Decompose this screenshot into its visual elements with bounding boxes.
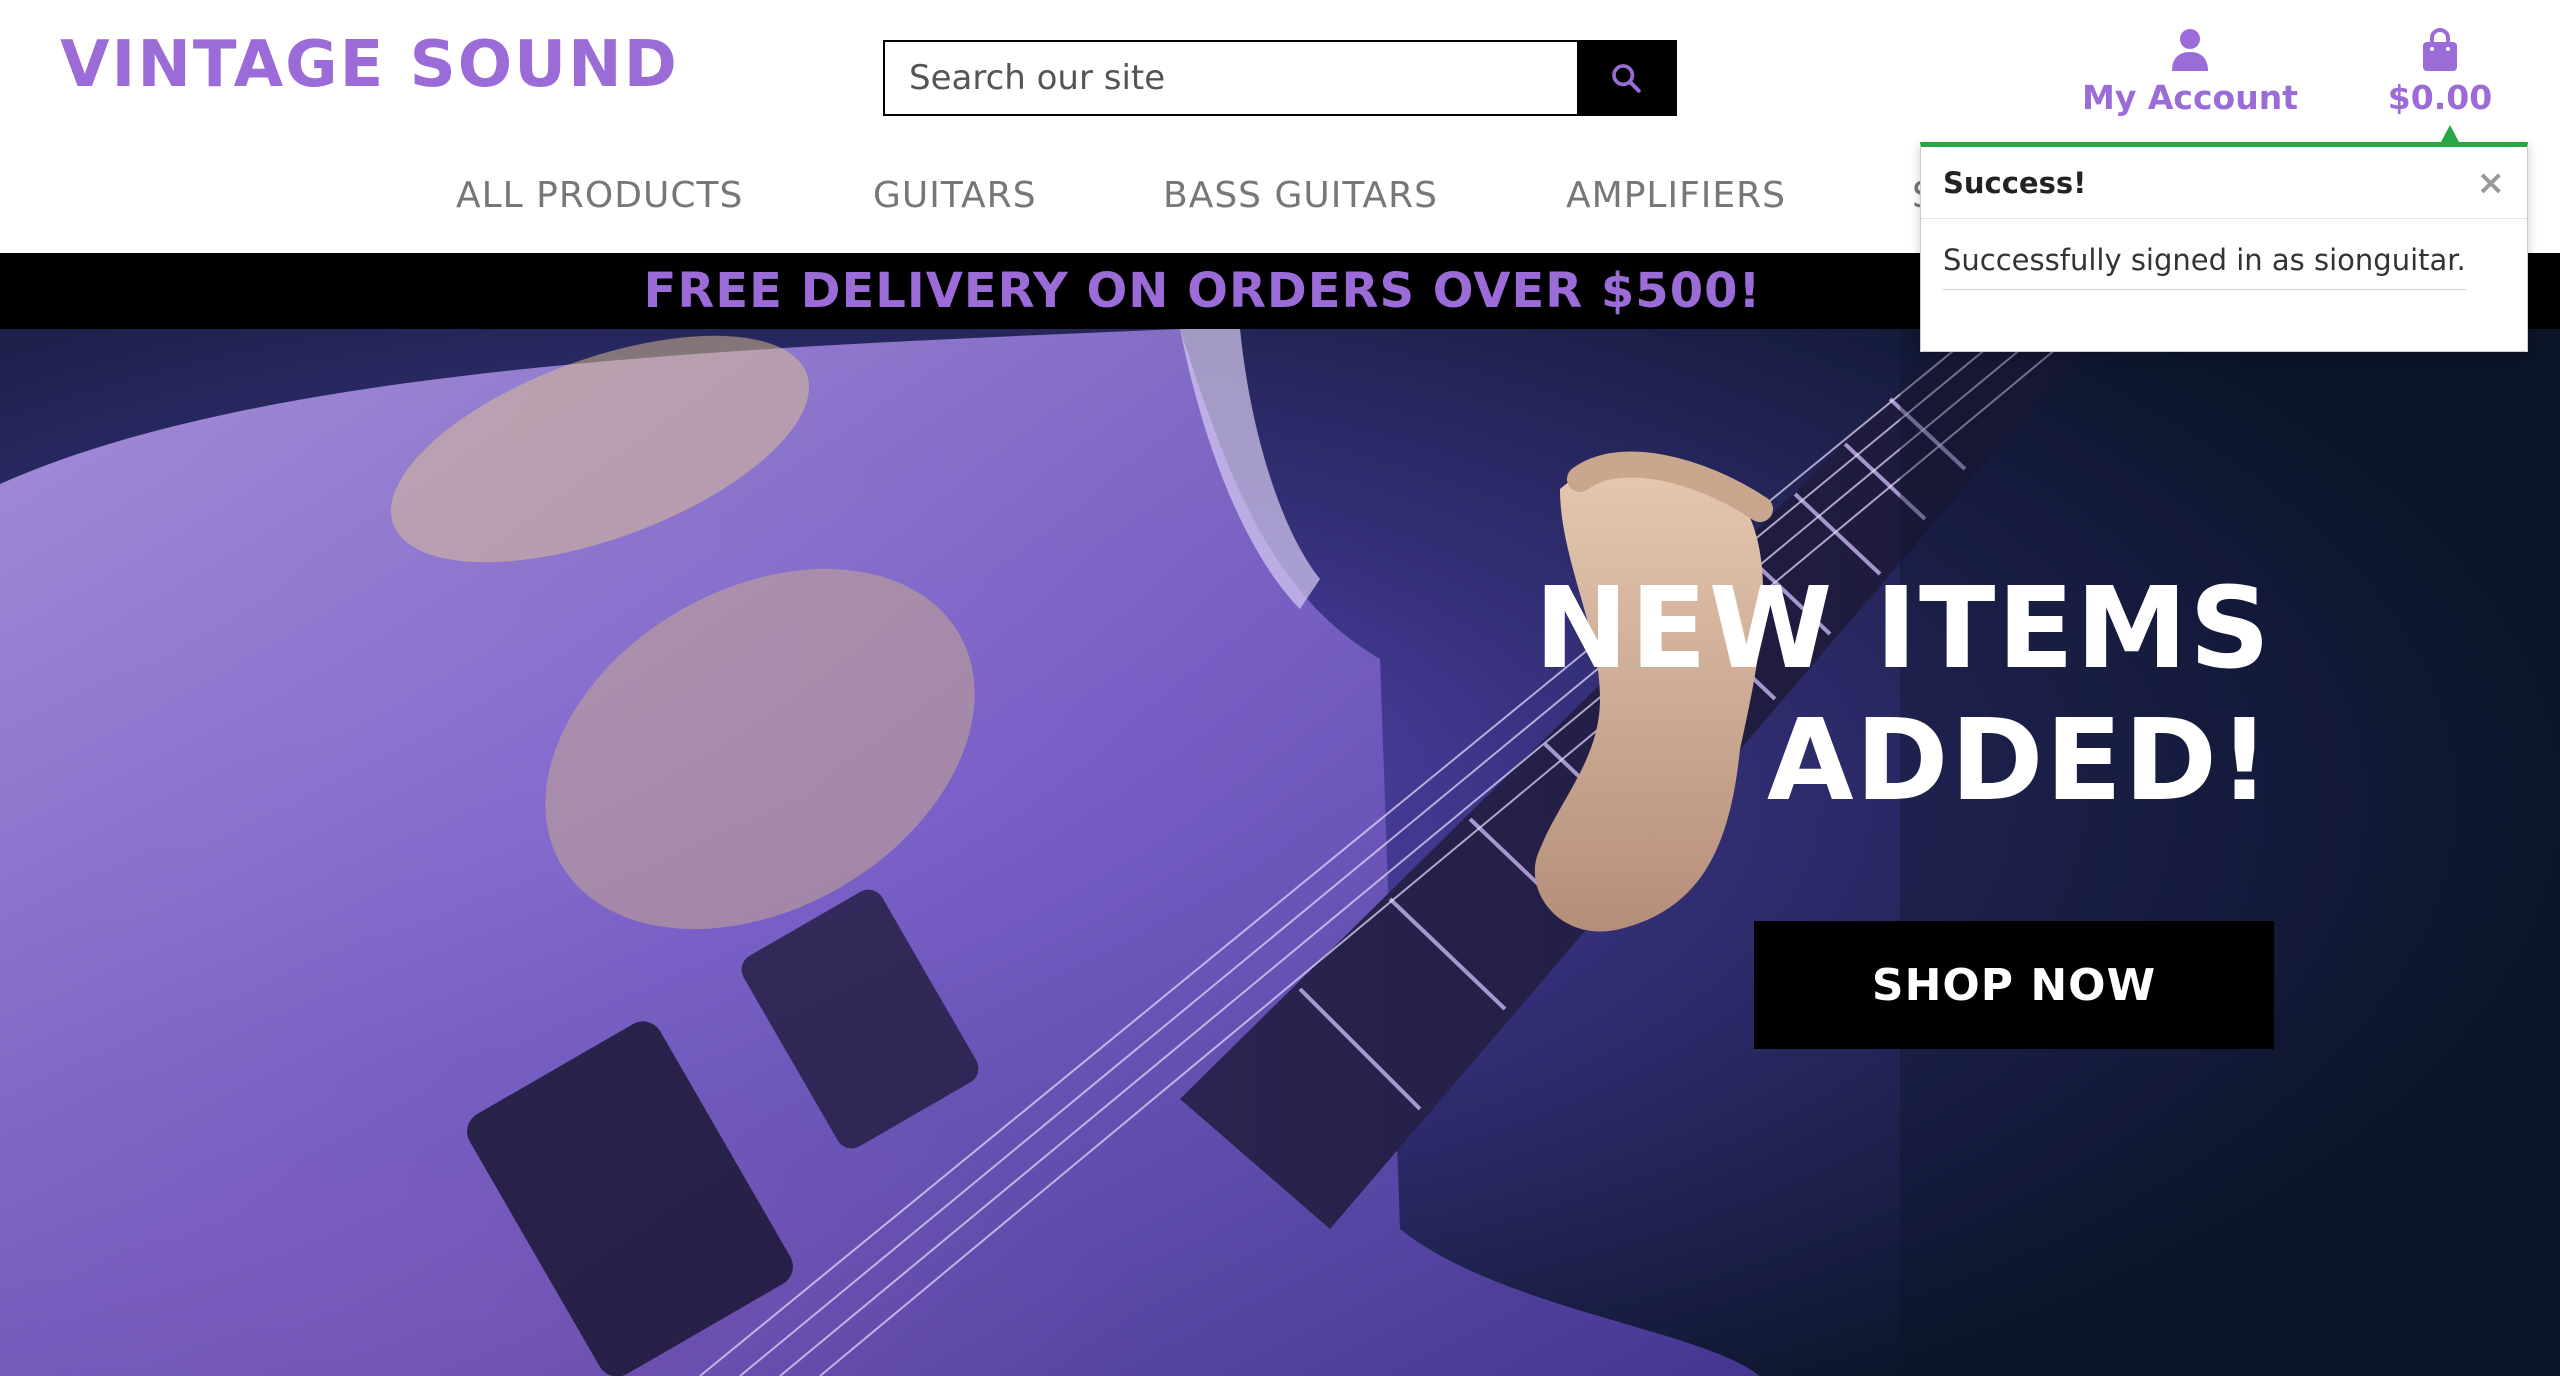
site-logo[interactable]: VINTAGE SOUND xyxy=(60,28,679,102)
toast-message: Successfully signed in as sionguitar. xyxy=(1943,243,2466,290)
toast-header: Success! × xyxy=(1921,147,2527,219)
user-icon xyxy=(2172,29,2208,71)
my-account-label: My Account xyxy=(2082,78,2298,117)
success-toast: Success! × Successfully signed in as sio… xyxy=(1920,125,2528,352)
hero-guitar-image xyxy=(0,329,2560,1376)
bag-total: $0.00 xyxy=(2387,78,2493,117)
delivery-banner-text: FREE DELIVERY ON ORDERS OVER $500! xyxy=(643,263,1762,319)
nav-item-bass-guitars[interactable]: BASS GUITARS xyxy=(1163,175,1438,216)
search-icon xyxy=(1612,64,1641,93)
toast-body: Successfully signed in as sionguitar. xyxy=(1921,219,2527,290)
toast-pointer xyxy=(2441,125,2459,142)
hero-section: NEW ITEMS ADDED! SHOP NOW xyxy=(0,329,2560,1376)
close-icon[interactable]: × xyxy=(2477,163,2506,203)
hero-title: NEW ITEMS ADDED! xyxy=(1372,563,2272,827)
nav-item-all-products[interactable]: ALL PRODUCTS xyxy=(456,175,743,216)
shop-now-button[interactable]: SHOP NOW xyxy=(1754,921,2274,1049)
nav-item-amplifiers[interactable]: AMPLIFIERS xyxy=(1566,175,1786,216)
search-form xyxy=(883,40,1677,116)
shopping-bag-link[interactable]: $0.00 xyxy=(2370,28,2510,117)
search-button[interactable] xyxy=(1577,42,1675,114)
shopping-bag-icon xyxy=(2423,28,2457,71)
nav-item-guitars[interactable]: GUITARS xyxy=(873,175,1037,216)
my-account-link[interactable]: My Account xyxy=(2080,28,2300,117)
hero-title-line-1: NEW ITEMS xyxy=(1534,564,2272,694)
hero-title-line-2: ADDED! xyxy=(1766,696,2272,826)
search-input[interactable] xyxy=(885,42,1577,114)
toast-title: Success! xyxy=(1943,165,2087,200)
